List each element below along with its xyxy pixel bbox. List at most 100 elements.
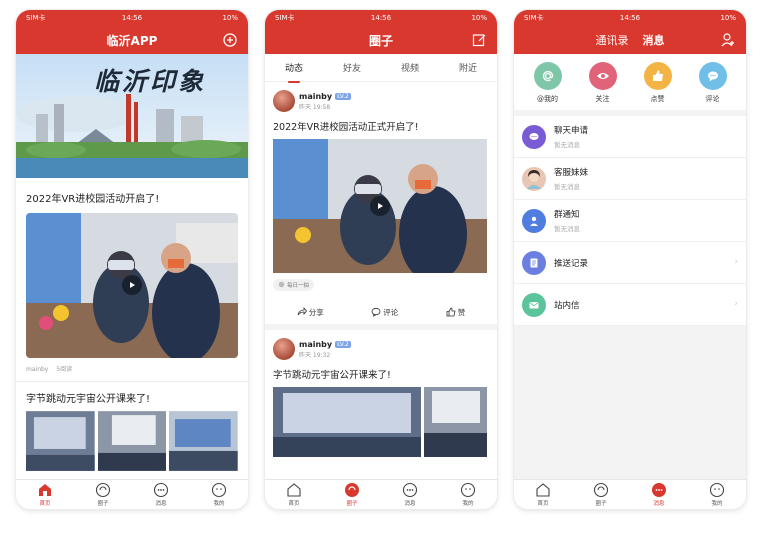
- article-title-2[interactable]: 字节跳动元宇宙公开课来了!: [16, 390, 248, 405]
- follow-shortcut[interactable]: 关注: [588, 62, 617, 104]
- likes-shortcut[interactable]: 点赞: [643, 62, 672, 104]
- home-icon: [39, 484, 51, 496]
- row-subtitle: 暂无消息: [554, 141, 580, 149]
- subtab-friends[interactable]: 好友: [339, 55, 365, 80]
- tab-circle[interactable]: 圈子: [323, 480, 381, 509]
- article-title[interactable]: 2022年VR进校园活动开启了!: [16, 190, 248, 205]
- tab-home[interactable]: 首页: [16, 480, 74, 509]
- shortcut-label: 点赞: [650, 95, 665, 103]
- circle-icon: [593, 482, 609, 498]
- status-time: 14:56: [121, 14, 143, 22]
- add-circle-icon[interactable]: [222, 32, 238, 48]
- phone-home-screen: SIM卡 14:56 10% 临沂APP 临沂印象 2022年VR进校园活动开启…: [16, 10, 248, 509]
- topic-icon: [278, 281, 285, 288]
- home-feed: 临沂印象 2022年VR进校园活动开启了! mainby 5阅读 字节跳动元宇宙…: [16, 54, 248, 479]
- comment-icon: [698, 62, 727, 90]
- message-row-chat-requests[interactable]: 聊天申请 暂无消息: [514, 116, 746, 158]
- message-row-push-history[interactable]: 推送记录 ›: [514, 242, 746, 284]
- circle-icon: [345, 483, 359, 497]
- subtab-videos[interactable]: 视频: [397, 55, 423, 80]
- article-meta: mainby 5阅读: [16, 364, 248, 373]
- tab-messages[interactable]: 消息: [381, 480, 439, 509]
- tab-label: 圈子: [346, 501, 358, 507]
- status-time: 14:56: [619, 14, 641, 22]
- status-bar: SIM卡 14:56 10%: [265, 10, 497, 26]
- subtab-feed[interactable]: 动态: [281, 55, 307, 83]
- tab-label: 圈子: [97, 501, 109, 507]
- comments-shortcut[interactable]: 评论: [698, 62, 727, 104]
- lecture-photo-2: [97, 411, 167, 471]
- avatar[interactable]: [273, 90, 295, 112]
- tab-profile[interactable]: 我的: [688, 480, 746, 509]
- message-row-customer-service[interactable]: 客服妹妹 暂无消息: [514, 158, 746, 200]
- like-label: 赞: [457, 307, 466, 317]
- tab-circle[interactable]: 圈子: [572, 480, 630, 509]
- customer-service-avatar: [522, 166, 546, 191]
- row-title: 群通知: [554, 210, 580, 220]
- lecture-photo-1: [273, 387, 421, 457]
- article-thumbnails[interactable]: [16, 405, 248, 471]
- like-button[interactable]: 赞: [446, 307, 466, 318]
- tab-messages[interactable]: 消息: [132, 480, 190, 509]
- post-username[interactable]: mainby: [299, 92, 332, 101]
- carrier-label: SIM卡: [26, 14, 46, 22]
- level-badge: LV.2: [335, 92, 351, 100]
- tab-home[interactable]: 首页: [514, 480, 572, 509]
- compose-icon[interactable]: [471, 32, 487, 48]
- smiley-icon: [460, 482, 476, 498]
- play-icon[interactable]: [370, 196, 390, 216]
- share-icon: [297, 307, 307, 316]
- nav-bar: 通讯录 消息: [514, 26, 746, 54]
- article-video-thumbnail[interactable]: [26, 213, 238, 358]
- row-title: 推送记录: [554, 258, 589, 269]
- nav-bar: 临沂APP: [16, 26, 248, 54]
- mentions-shortcut[interactable]: @我的: [533, 62, 562, 104]
- shortcut-label: 评论: [705, 95, 720, 103]
- nav-tab-contacts[interactable]: 通讯录: [596, 32, 629, 48]
- share-label: 分享: [308, 307, 324, 317]
- row-title: 客服妹妹: [554, 168, 589, 178]
- banner-image[interactable]: 临沂印象: [16, 54, 248, 178]
- message-row-inbox[interactable]: 站内信 ›: [514, 284, 746, 326]
- battery-label: 10%: [471, 14, 487, 22]
- post-time: 昨天 19:32: [299, 351, 331, 359]
- post-thumbnails[interactable]: [273, 387, 489, 457]
- subtab-nearby[interactable]: 附近: [455, 55, 481, 80]
- chat-icon: [402, 482, 418, 498]
- row-title: 聊天申请: [554, 126, 589, 136]
- smiley-icon: [211, 482, 227, 498]
- post-card[interactable]: mainby LV.2 昨天 19:58 2022年VR进校园活动正式开启了!: [265, 82, 497, 324]
- article-author: mainby: [26, 366, 49, 373]
- post-card[interactable]: mainby LV.2 昨天 19:32 字节跳动元宇宙公开课来了!: [265, 330, 497, 457]
- at-icon: [533, 62, 562, 90]
- topic-tag[interactable]: 每日一拍: [273, 278, 315, 291]
- tab-circle[interactable]: 圈子: [74, 480, 132, 509]
- post-video-thumbnail[interactable]: [273, 139, 487, 273]
- banner-text: 临沂印象: [94, 67, 207, 96]
- tab-home[interactable]: 首页: [265, 480, 323, 509]
- document-icon: [522, 250, 546, 275]
- lecture-photo-2: [424, 387, 487, 457]
- tab-label: 消息: [653, 501, 665, 507]
- share-button[interactable]: 分享: [297, 307, 324, 318]
- tab-profile[interactable]: 我的: [190, 480, 248, 509]
- shortcut-label: 关注: [595, 95, 610, 103]
- nav-bar: 圈子: [265, 26, 497, 54]
- message-row-group-notices[interactable]: 群通知 暂无消息: [514, 200, 746, 242]
- tab-label: 消息: [404, 501, 416, 507]
- battery-label: 10%: [720, 14, 736, 22]
- article-reads: 5阅读: [56, 366, 73, 373]
- lecture-photo-1: [26, 411, 95, 471]
- mail-icon: [522, 292, 546, 317]
- tab-profile[interactable]: 我的: [439, 480, 497, 509]
- comment-button[interactable]: 评论: [371, 307, 398, 318]
- nav-tab-messages[interactable]: 消息: [643, 32, 665, 48]
- post-username[interactable]: mainby: [299, 340, 332, 349]
- avatar[interactable]: [273, 338, 295, 360]
- battery-label: 10%: [222, 14, 238, 22]
- post-title[interactable]: 字节跳动元宇宙公开课来了!: [273, 367, 489, 381]
- play-icon[interactable]: [122, 275, 142, 295]
- add-friend-icon[interactable]: [720, 32, 736, 48]
- post-title[interactable]: 2022年VR进校园活动正式开启了!: [273, 119, 489, 133]
- tab-messages[interactable]: 消息: [630, 480, 688, 509]
